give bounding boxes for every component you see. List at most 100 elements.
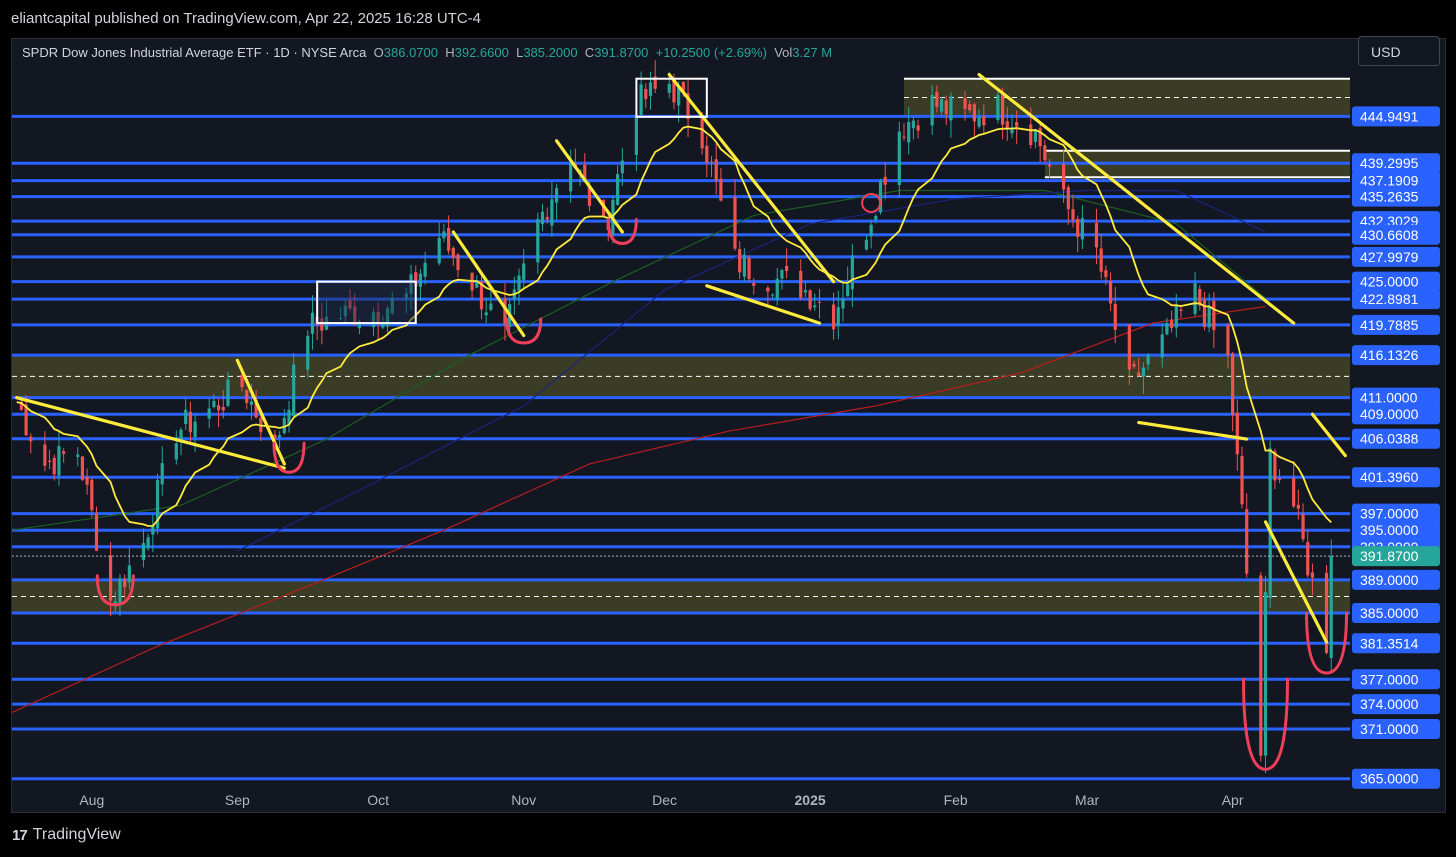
candle-body[interactable] xyxy=(1273,451,1277,481)
candle-body[interactable] xyxy=(1127,324,1131,370)
candle-body[interactable] xyxy=(939,99,944,112)
candle-body[interactable] xyxy=(620,160,624,174)
candle-body[interactable] xyxy=(188,411,192,433)
candle-body[interactable] xyxy=(634,117,638,155)
candle-body[interactable] xyxy=(850,255,854,290)
candle-body[interactable] xyxy=(151,525,155,535)
candle-body[interactable] xyxy=(1231,353,1235,416)
candle-body[interactable] xyxy=(62,451,66,454)
candle-body[interactable] xyxy=(1113,303,1117,330)
candle-body[interactable] xyxy=(644,88,648,100)
bottom-arc-annotation[interactable] xyxy=(505,317,543,345)
candle-body[interactable] xyxy=(616,174,620,205)
candle-body[interactable] xyxy=(1165,322,1169,335)
candle-body[interactable] xyxy=(447,227,451,251)
candle-body[interactable] xyxy=(306,335,310,370)
candle-body[interactable] xyxy=(831,304,836,330)
candle-body[interactable] xyxy=(226,379,230,406)
candle-body[interactable] xyxy=(212,400,216,408)
candle-body[interactable] xyxy=(1263,592,1268,756)
candle-body[interactable] xyxy=(752,283,756,286)
candle-body[interactable] xyxy=(1015,122,1019,127)
candle-body[interactable] xyxy=(1062,163,1066,190)
candle-body[interactable] xyxy=(747,257,751,280)
candle-body[interactable] xyxy=(1043,145,1047,161)
candle-body[interactable] xyxy=(874,215,878,220)
candle-body[interactable] xyxy=(766,287,770,292)
candle-body[interactable] xyxy=(1235,412,1239,455)
candle-body[interactable] xyxy=(883,176,887,185)
candle-body[interactable] xyxy=(451,247,455,258)
candle-body[interactable] xyxy=(249,401,254,405)
candle-body[interactable] xyxy=(897,131,901,186)
candle-body[interactable] xyxy=(902,136,906,138)
candle-body[interactable] xyxy=(803,290,808,293)
candle-body[interactable] xyxy=(1066,187,1070,210)
candle-body[interactable] xyxy=(489,303,493,310)
candle-body[interactable] xyxy=(174,443,178,460)
candle-body[interactable] xyxy=(1259,575,1263,756)
candle-body[interactable] xyxy=(127,565,131,583)
candle-body[interactable] xyxy=(1207,306,1211,328)
candle-body[interactable] xyxy=(944,100,948,115)
candle-body[interactable] xyxy=(90,479,94,511)
candle-body[interactable] xyxy=(1141,367,1146,377)
candle-body[interactable] xyxy=(1000,94,1005,125)
candle-body[interactable] xyxy=(437,238,441,264)
candle-body[interactable] xyxy=(916,125,920,131)
candle-body[interactable] xyxy=(545,216,549,220)
candle-body[interactable] xyxy=(1047,164,1052,167)
candle-body[interactable] xyxy=(1202,299,1207,328)
candle-body[interactable] xyxy=(1174,306,1178,328)
candle-body[interactable] xyxy=(216,405,221,411)
candle-body[interactable] xyxy=(418,273,423,287)
candle-body[interactable] xyxy=(160,463,164,485)
candle-body[interactable] xyxy=(76,454,80,457)
candle-body[interactable] xyxy=(977,117,981,127)
candle-body[interactable] xyxy=(648,82,653,96)
trendline-annotation[interactable] xyxy=(554,139,624,234)
candle-body[interactable] xyxy=(982,116,986,126)
candle-body[interactable] xyxy=(799,270,803,298)
candle-body[interactable] xyxy=(836,307,840,327)
candle-body[interactable] xyxy=(963,98,967,109)
candle-body[interactable] xyxy=(864,239,869,250)
candle-body[interactable] xyxy=(700,115,704,149)
candle-body[interactable] xyxy=(972,104,977,122)
candle-body[interactable] xyxy=(554,188,559,203)
candle-body[interactable] xyxy=(1076,218,1080,237)
trendline-annotation[interactable] xyxy=(1137,420,1249,441)
candle-body[interactable] xyxy=(1245,509,1249,574)
candle-body[interactable] xyxy=(1306,542,1310,576)
candle-body[interactable] xyxy=(536,219,540,263)
candle-body[interactable] xyxy=(118,578,122,604)
candle-body[interactable] xyxy=(785,265,789,271)
candle-body[interactable] xyxy=(423,262,427,277)
candle-body[interactable] xyxy=(1193,283,1197,314)
symbol-title[interactable]: SPDR Dow Jones Industrial Average ETF · … xyxy=(22,45,366,60)
candle-body[interactable] xyxy=(43,444,47,466)
candle-body[interactable] xyxy=(1329,556,1333,658)
candle-body[interactable] xyxy=(907,122,911,143)
trendline-annotation[interactable] xyxy=(1310,412,1347,458)
candle-body[interactable] xyxy=(639,84,643,116)
candle-body[interactable] xyxy=(442,231,446,239)
candle-body[interactable] xyxy=(292,364,296,416)
candle-body[interactable] xyxy=(1108,281,1113,304)
candle-body[interactable] xyxy=(846,284,850,297)
price-chart[interactable]: 444.9491439.2995437.1909435.2635432.3029… xyxy=(0,0,1456,857)
trendline-annotation[interactable] xyxy=(15,396,286,470)
trendline-annotation[interactable] xyxy=(451,230,526,338)
candle-body[interactable] xyxy=(813,305,817,308)
candle-body[interactable] xyxy=(57,446,61,476)
candle-body[interactable] xyxy=(1104,270,1108,278)
candle-body[interactable] xyxy=(719,178,723,201)
candle-body[interactable] xyxy=(817,301,822,303)
candle-body[interactable] xyxy=(705,145,709,163)
candle-body[interactable] xyxy=(1179,309,1183,311)
candle-body[interactable] xyxy=(1160,334,1164,358)
candle-body[interactable] xyxy=(193,421,197,437)
candle-body[interactable] xyxy=(47,460,52,462)
candle-body[interactable] xyxy=(278,435,282,438)
candle-body[interactable] xyxy=(1277,478,1282,480)
